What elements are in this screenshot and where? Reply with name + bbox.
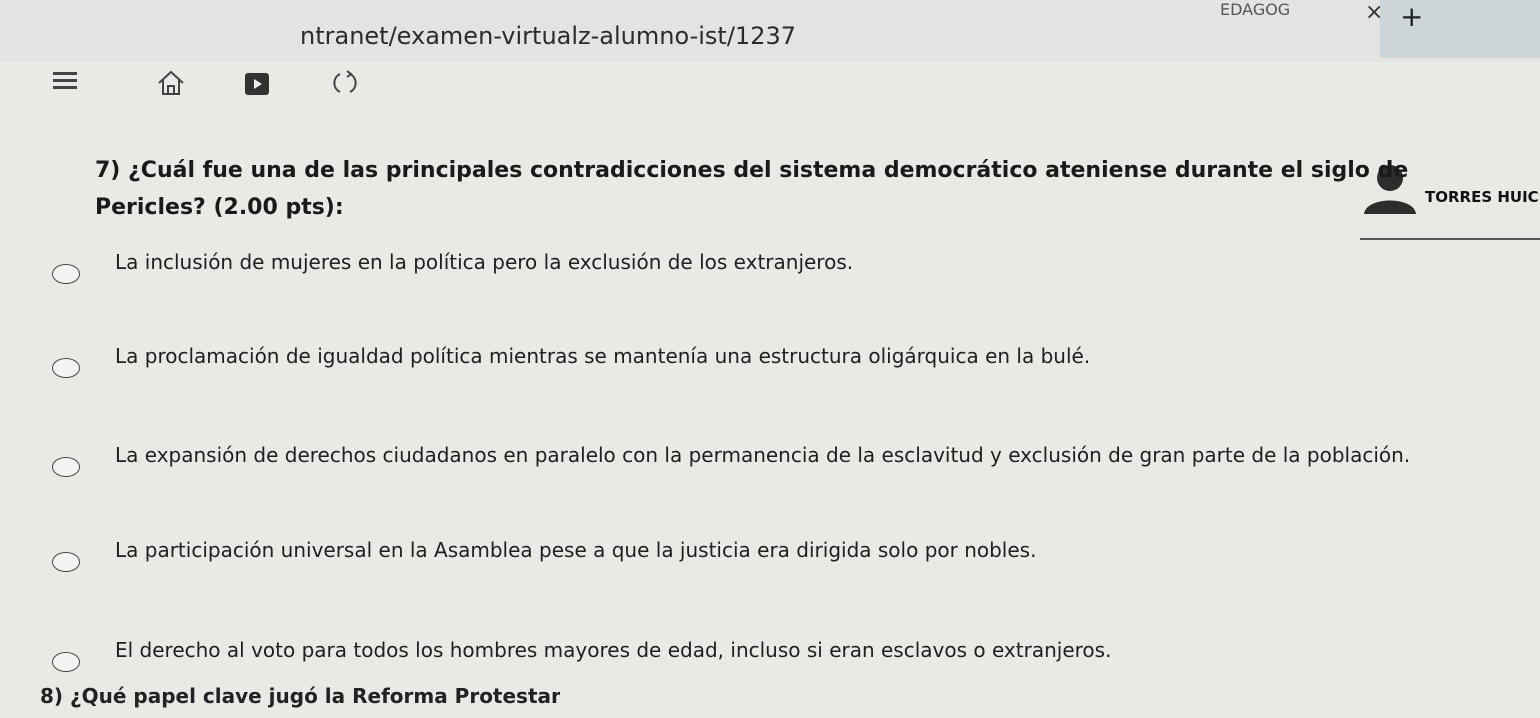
answer-option[interactable]: La participación universal en la Asamble…	[40, 538, 1500, 586]
radio-button[interactable]	[52, 552, 80, 572]
radio-button[interactable]	[52, 457, 80, 477]
menu-icon[interactable]	[52, 70, 78, 92]
option-label[interactable]: La inclusión de mujeres en la política p…	[115, 250, 853, 274]
option-label[interactable]: La proclamación de igualdad política mie…	[115, 344, 1090, 368]
browser-tab-title[interactable]: EDAGOG	[1220, 0, 1290, 19]
play-icon[interactable]	[244, 72, 270, 96]
answer-option[interactable]: La proclamación de igualdad política mie…	[40, 344, 1500, 392]
option-label[interactable]: La expansión de derechos ciudadanos en p…	[115, 443, 1410, 467]
question-prompt: ¿Cuál fue una de las principales contrad…	[95, 158, 1409, 221]
home-icon[interactable]	[156, 68, 186, 98]
divider	[1360, 238, 1540, 240]
exam-toolbar	[0, 62, 1540, 134]
plus-icon: +	[1400, 0, 1424, 33]
radio-button[interactable]	[52, 358, 80, 378]
browser-top-bar: ntranet/examen-virtualz-alumno-ist/1237 …	[0, 0, 1540, 62]
refresh-icon[interactable]	[330, 68, 360, 98]
answer-option[interactable]: La expansión de derechos ciudadanos en p…	[40, 443, 1500, 491]
address-bar[interactable]: ntranet/examen-virtualz-alumno-ist/1237	[300, 22, 796, 50]
radio-button[interactable]	[52, 264, 80, 284]
radio-button[interactable]	[52, 652, 80, 672]
option-label[interactable]: El derecho al voto para todos los hombre…	[115, 638, 1111, 662]
answer-option[interactable]: La inclusión de mujeres en la política p…	[40, 250, 1500, 298]
new-tab-button[interactable]: +	[1380, 0, 1540, 58]
question-number: 7)	[95, 158, 121, 183]
answer-option[interactable]: El derecho al voto para todos los hombre…	[40, 638, 1500, 686]
next-question-preview: 8) ¿Qué papel clave jugó la Reforma Prot…	[40, 684, 560, 708]
question-text: 7) ¿Cuál fue una de las principales cont…	[95, 152, 1485, 227]
option-label[interactable]: La participación universal en la Asamble…	[115, 538, 1036, 562]
